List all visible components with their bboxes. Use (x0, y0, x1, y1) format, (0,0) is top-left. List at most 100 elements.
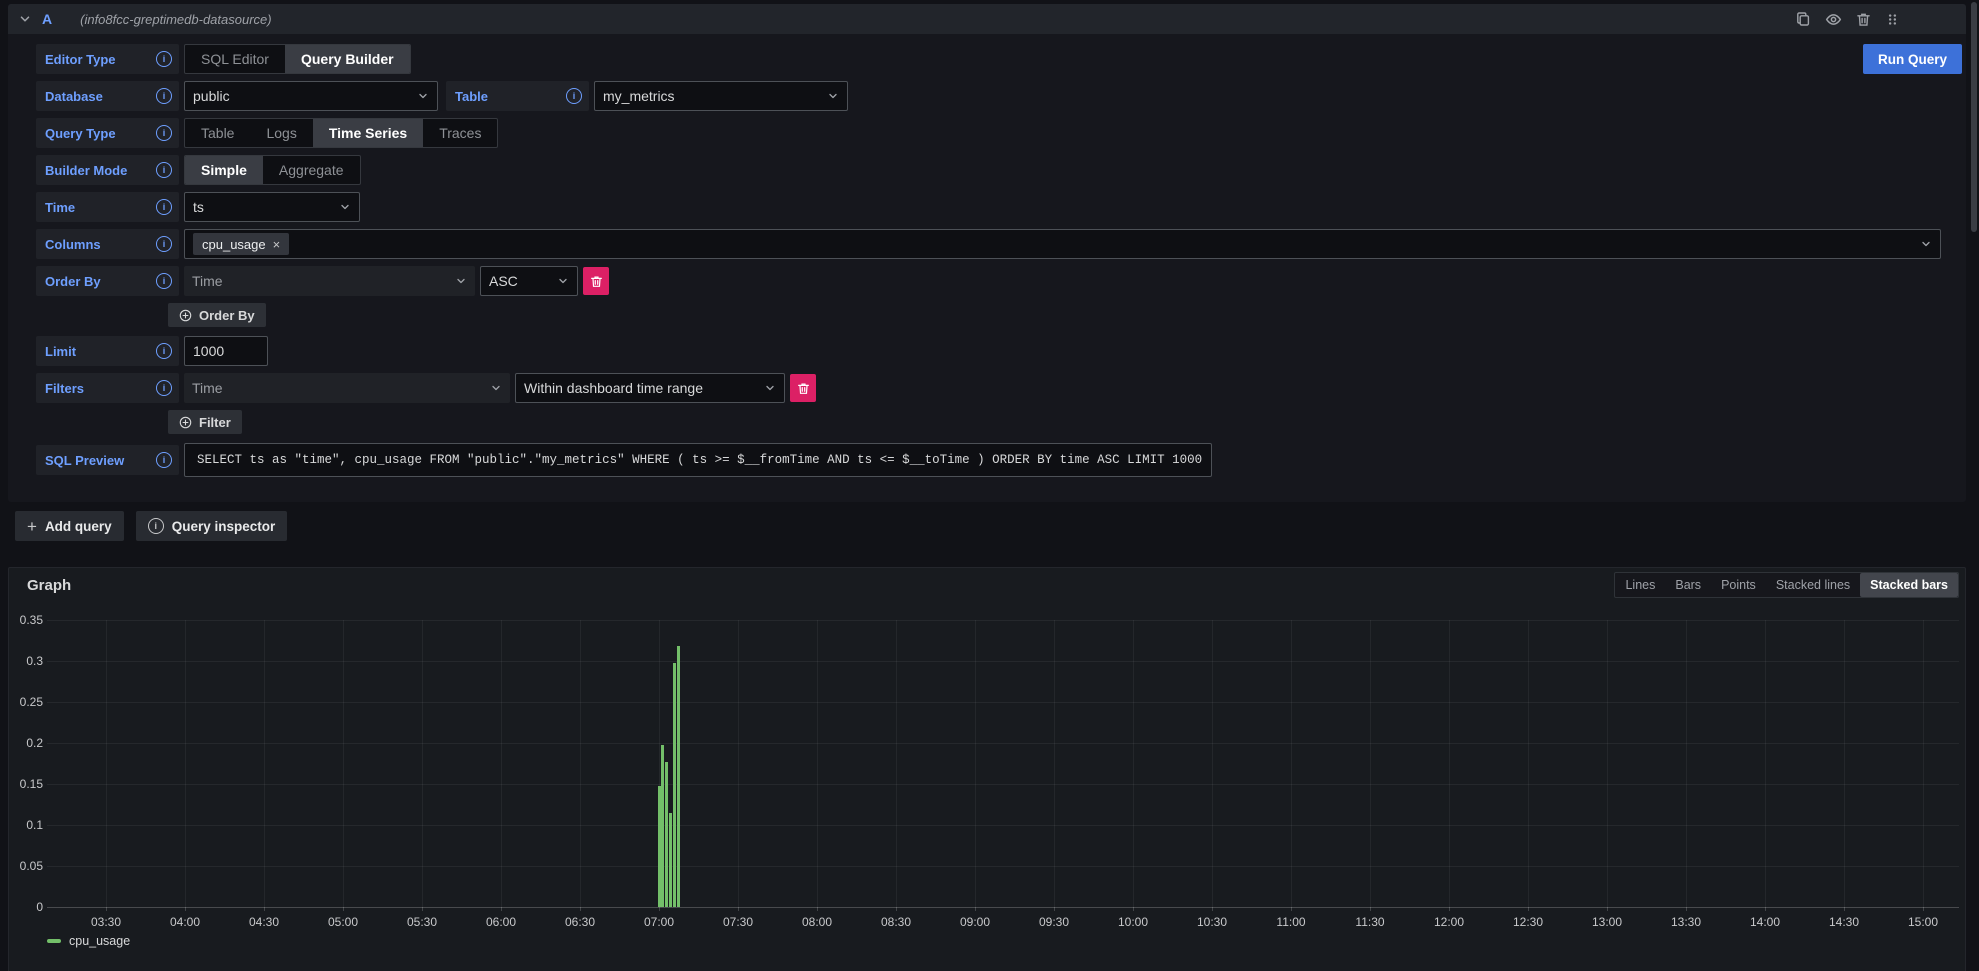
gridline-horizontal (47, 661, 1959, 662)
info-icon: i (148, 518, 164, 534)
filters-row: Filters i Time Within dashboard time ran… (36, 373, 1966, 403)
collapse-query-button[interactable] (18, 12, 32, 26)
info-icon[interactable]: i (156, 273, 172, 289)
database-select[interactable]: public (184, 81, 438, 111)
filter-column-select[interactable]: Time (184, 373, 510, 403)
order-direction-select[interactable]: ASC (480, 266, 578, 296)
y-axis-tick-label: 0.2 (9, 736, 43, 750)
select-value: public (193, 88, 409, 104)
series-bar[interactable] (669, 813, 672, 907)
table-select[interactable]: my_metrics (594, 81, 848, 111)
info-icon[interactable]: i (156, 452, 172, 468)
scrollbar-thumb[interactable] (1971, 2, 1977, 232)
x-axis-tick-label: 08:00 (793, 915, 841, 929)
option-time-series[interactable]: Time Series (313, 119, 423, 147)
gridline-vertical (580, 620, 581, 907)
gridline-vertical (185, 620, 186, 907)
gridline-vertical (1528, 620, 1529, 907)
x-axis-tick-label: 11:00 (1267, 915, 1315, 929)
time-column-select[interactable]: ts (184, 192, 360, 222)
info-icon[interactable]: i (156, 125, 172, 141)
order-by-column-select[interactable]: Time (184, 266, 475, 296)
info-icon[interactable]: i (156, 236, 172, 252)
add-order-by-button[interactable]: Order By (168, 303, 266, 327)
gridline-horizontal (47, 743, 1959, 744)
query-type-toggle: TableLogsTime SeriesTraces (184, 118, 498, 148)
info-icon[interactable]: i (156, 343, 172, 359)
button-label: Order By (199, 308, 255, 323)
info-icon[interactable]: i (566, 88, 582, 104)
editor-type-label: Editor Type i (36, 44, 179, 74)
query-row-header[interactable]: A (info8fcc-greptimedb-datasource) (8, 4, 1966, 34)
y-axis-tick-label: 0.25 (9, 695, 43, 709)
label-text: Time (45, 200, 75, 215)
chevron-down-icon (455, 275, 467, 287)
gridline-vertical (817, 620, 818, 907)
x-axis-tick-label: 11:30 (1346, 915, 1394, 929)
series-bar[interactable] (673, 663, 676, 907)
option-traces[interactable]: Traces (423, 119, 497, 147)
columns-multiselect[interactable]: cpu_usage × (184, 229, 1941, 259)
button-label: Query inspector (172, 519, 276, 534)
series-bar[interactable] (665, 762, 668, 907)
gridline-vertical (1133, 620, 1134, 907)
option-simple[interactable]: Simple (185, 156, 263, 184)
query-inspector-button[interactable]: i Query inspector (136, 511, 288, 541)
add-query-button[interactable]: + Add query (15, 511, 124, 541)
sql-preview-label: SQL Preview i (36, 445, 179, 475)
sql-preview-input[interactable]: SELECT ts as "time", cpu_usage FROM "pub… (184, 443, 1212, 477)
gridline-vertical (1370, 620, 1371, 907)
info-icon[interactable]: i (156, 199, 172, 215)
editor-type-toggle: SQL EditorQuery Builder (184, 44, 411, 74)
remove-order-by-button[interactable] (583, 267, 609, 295)
delete-query-button[interactable] (1856, 12, 1871, 27)
label-text: Columns (45, 237, 101, 252)
option-query-builder[interactable]: Query Builder (285, 45, 410, 73)
query-builder-form: Editor Type i SQL EditorQuery Builder Da… (8, 34, 1966, 477)
copy-icon (1795, 11, 1811, 27)
gridline-vertical (343, 620, 344, 907)
info-icon[interactable]: i (156, 162, 172, 178)
info-icon[interactable]: i (156, 88, 172, 104)
x-axis-tick-label: 10:00 (1109, 915, 1157, 929)
gridline-vertical (264, 620, 265, 907)
button-label: Filter (199, 415, 231, 430)
select-value: my_metrics (603, 88, 819, 104)
run-query-button[interactable]: Run Query (1863, 44, 1962, 74)
series-bar[interactable] (677, 646, 680, 907)
option-table[interactable]: Table (185, 119, 250, 147)
filter-condition-select[interactable]: Within dashboard time range (515, 373, 785, 403)
column-tag[interactable]: cpu_usage × (193, 233, 289, 255)
query-ref-id[interactable]: A (42, 11, 52, 27)
option-sql-editor[interactable]: SQL Editor (185, 45, 285, 73)
info-icon[interactable]: i (156, 380, 172, 396)
remove-tag-icon[interactable]: × (273, 237, 281, 252)
option-logs[interactable]: Logs (250, 119, 312, 147)
duplicate-query-button[interactable] (1795, 11, 1811, 27)
time-series-chart[interactable]: 0.350.30.250.20.150.10.05003:3004:0004:3… (9, 568, 1965, 971)
limit-input[interactable]: 1000 (184, 336, 268, 366)
x-axis-tick-label: 04:00 (161, 915, 209, 929)
tag-label: cpu_usage (202, 237, 266, 252)
gridline-vertical (1212, 620, 1213, 907)
series-bar[interactable] (661, 745, 664, 907)
query-footer-buttons: + Add query i Query inspector (15, 511, 287, 541)
graph-panel: Graph LinesBarsPointsStacked linesStacke… (8, 567, 1966, 971)
columns-label: Columns i (36, 229, 179, 259)
y-axis-tick-label: 0.1 (9, 818, 43, 832)
remove-filter-button[interactable] (790, 374, 816, 402)
gridline-vertical (1607, 620, 1608, 907)
add-filter-button[interactable]: Filter (168, 410, 242, 434)
grip-dots-icon (1885, 12, 1900, 27)
gridline-vertical (1449, 620, 1450, 907)
toggle-visibility-button[interactable] (1825, 11, 1842, 28)
select-value: Within dashboard time range (524, 380, 756, 396)
gridline-horizontal (47, 620, 1959, 621)
page-scrollbar[interactable] (1969, 0, 1979, 971)
legend-label[interactable]: cpu_usage (69, 934, 130, 948)
gridline-vertical (1686, 620, 1687, 907)
info-icon[interactable]: i (156, 51, 172, 67)
drag-handle[interactable] (1885, 12, 1900, 27)
option-aggregate[interactable]: Aggregate (263, 156, 360, 184)
x-axis-tick-label: 07:30 (714, 915, 762, 929)
